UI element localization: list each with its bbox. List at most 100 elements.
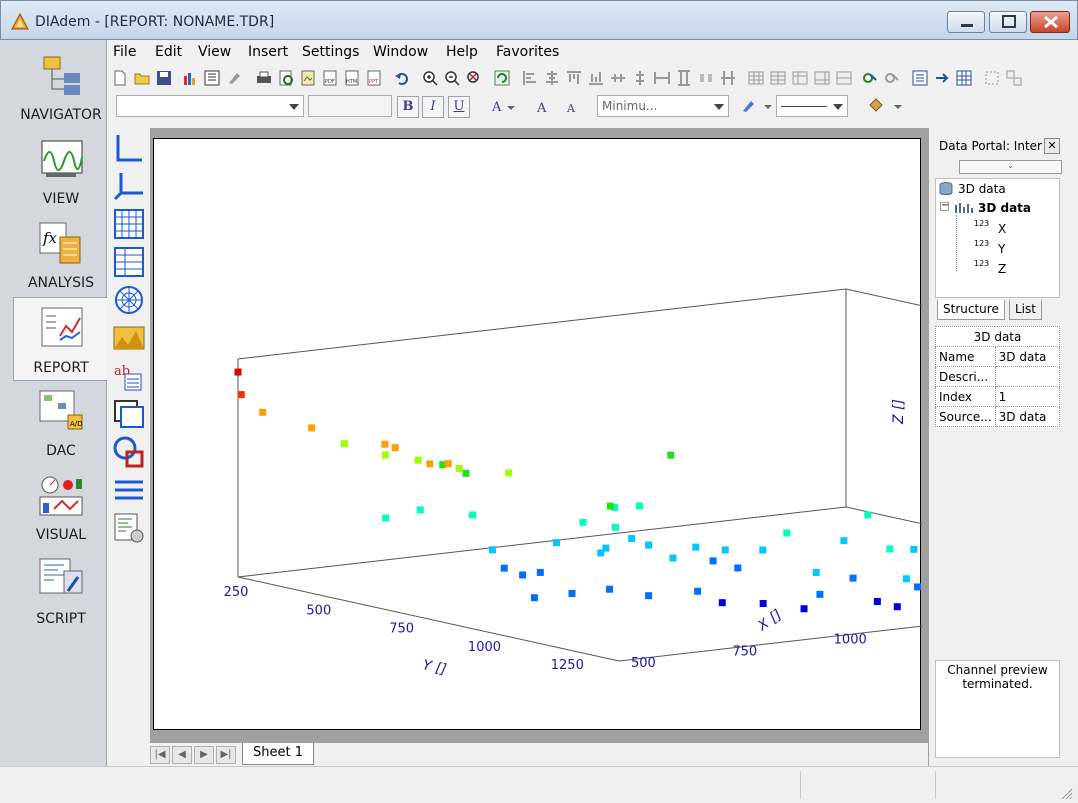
menu-edit[interactable]: Edit [155,44,182,60]
close-button[interactable] [1030,11,1070,33]
data-point[interactable] [237,391,245,399]
refresh-icon[interactable] [494,70,510,86]
property-row[interactable]: Name 3D data [935,346,1061,367]
data-point[interactable] [893,603,901,611]
group-icon[interactable] [984,70,1000,86]
data-point[interactable] [800,605,808,613]
data-point[interactable] [391,444,399,452]
unlink-icon[interactable] [884,70,900,86]
nav-item-navigator[interactable]: NAVIGATOR [14,45,108,129]
center-horizontal-icon[interactable] [610,70,626,86]
menu-insert[interactable]: Insert [248,44,288,60]
table-icon-2[interactable] [770,70,786,86]
table-icon-4[interactable] [814,70,830,86]
ungroup-icon[interactable] [1006,70,1022,86]
shapes-icon[interactable] [113,436,145,468]
table-icon-3[interactable] [792,70,808,86]
open-icon[interactable] [134,70,150,86]
data-point[interactable] [469,511,477,519]
data-point[interactable] [444,460,452,468]
zoom-reset-icon[interactable] [466,70,482,86]
script-object-icon[interactable] [113,512,145,544]
align-top-icon[interactable] [566,70,582,86]
data-point[interactable] [568,589,576,597]
font-grow-icon[interactable]: A [535,98,555,116]
data-point[interactable] [849,574,857,582]
data-point[interactable] [812,568,820,576]
portal-collapse-button[interactable]: ⌄ [959,160,1062,174]
data-point[interactable] [709,557,717,565]
data-point[interactable] [234,368,242,376]
export-html-icon[interactable]: HTM [344,70,360,86]
tab-structure[interactable]: Structure [937,300,1005,320]
nav-item-visual[interactable]: VISUAL [14,465,108,549]
export-pdf-icon[interactable]: PDF [322,70,338,86]
data-point[interactable] [669,554,677,562]
data-point[interactable] [553,539,561,547]
export-image-icon[interactable] [300,70,316,86]
data-point[interactable] [426,460,434,468]
menu-view[interactable]: View [198,44,231,60]
font-name-select[interactable] [116,95,304,117]
undo-icon[interactable] [394,70,410,86]
maximize-button[interactable] [989,11,1027,33]
polar-plot-icon[interactable] [113,284,145,316]
data-point[interactable] [340,440,348,448]
nav-item-report[interactable]: REPORT [13,297,107,381]
data-point[interactable] [645,541,653,549]
data-point[interactable] [864,511,872,519]
portal-close-button[interactable]: ✕ [1044,138,1060,154]
space-evenly-icon[interactable] [720,70,736,86]
data-point[interactable] [611,523,619,531]
menu-window[interactable]: Window [373,44,428,60]
menu-help[interactable]: Help [446,44,478,60]
grid-icon[interactable] [956,70,972,86]
minimize-button[interactable] [947,11,985,33]
link-icon[interactable] [862,70,878,86]
same-height-icon[interactable] [676,70,692,86]
bold-button[interactable]: B [397,96,419,118]
menu-file[interactable]: File [113,44,136,60]
font-size-spinner[interactable] [308,95,392,117]
data-point[interactable] [692,543,700,551]
same-width-icon[interactable] [654,70,670,86]
tree-group[interactable]: 3D data [978,201,1031,215]
new-icon[interactable] [112,70,128,86]
data-point[interactable] [455,464,463,472]
property-row[interactable]: Descri... [935,366,1061,387]
3d-surface-icon[interactable] [113,322,145,354]
property-value[interactable] [994,366,1061,387]
export-ppt-icon[interactable]: PPT [366,70,382,86]
first-sheet-button[interactable]: |◀ [150,746,170,764]
property-row[interactable]: Index 1 [935,386,1061,407]
axis-2d-icon[interactable] [113,132,145,164]
data-point[interactable] [488,546,496,554]
next-sheet-button[interactable]: ▶ [194,746,214,764]
data-point[interactable] [606,502,614,510]
sheet-view-icon[interactable] [204,70,220,86]
data-point[interactable] [914,583,922,591]
line-width-select[interactable] [776,95,848,117]
zoom-in-icon[interactable] [422,70,438,86]
nav-item-analysis[interactable]: fx ANALYSIS [14,213,108,297]
table-object-icon[interactable] [113,208,145,240]
property-value[interactable]: 1 [994,386,1061,407]
data-point[interactable] [783,529,791,537]
tree-channel-z[interactable]: Z [998,262,1006,276]
tab-sheet-1[interactable]: Sheet 1 [242,743,314,765]
menu-settings[interactable]: Settings [302,44,359,60]
save-icon[interactable] [156,70,172,86]
data-point[interactable] [902,575,910,583]
data-point[interactable] [718,599,726,607]
menu-favorites[interactable]: Favorites [496,44,559,60]
3d-scatter-chart[interactable]: 2505007501000125050075010001250150017502… [154,139,1078,731]
data-point[interactable] [840,537,848,545]
table-icon-5[interactable] [836,70,852,86]
data-point[interactable] [635,502,643,510]
bar-chart-icon[interactable] [182,70,198,86]
data-point[interactable] [602,544,610,552]
data-point[interactable] [381,451,389,459]
data-point[interactable] [910,545,918,553]
nav-item-view[interactable]: VIEW [14,129,108,213]
data-point[interactable] [259,408,267,416]
